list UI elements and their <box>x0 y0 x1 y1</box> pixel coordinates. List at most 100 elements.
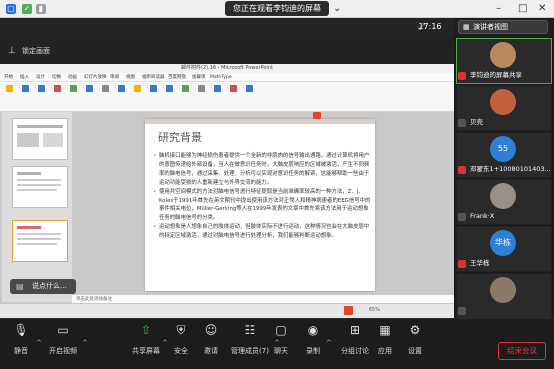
avatar <box>490 277 516 303</box>
slide-header-band <box>145 119 375 124</box>
ppt-ribbon-tabs: 开始 插入 设计 切换 动画 幻灯片放映 审阅 视图 福昕阅读器 百度网盘 加载项 MathType <box>0 73 454 82</box>
ribbon-tool-icon[interactable] <box>38 85 45 92</box>
ribbon-tool-icon[interactable] <box>102 85 109 92</box>
chevron-up-icon[interactable]: ^ <box>82 339 88 347</box>
ppt-tab[interactable]: 插入 <box>20 73 29 82</box>
meeting-header <box>0 18 454 36</box>
pin-icon: ⊥ <box>8 46 16 56</box>
participant-name: 李钧迪的屏幕共享 <box>470 71 522 79</box>
slide-thumbnail[interactable] <box>12 166 68 208</box>
ppt-tab[interactable]: MathType <box>210 73 232 82</box>
ribbon-tool-icon[interactable] <box>86 85 93 92</box>
meeting-clock: 17:16 <box>418 22 442 31</box>
record-icon: ◉ <box>307 323 319 337</box>
ppt-tab[interactable]: 福昕阅读器 <box>142 73 165 82</box>
slide-body: 脑机接口能够为神经损伤患者提供一个全新的非肌肉的信号输出通路，通过计算机将用户的… <box>152 152 372 241</box>
ribbon-tool-icon[interactable] <box>150 85 157 92</box>
slide-thumbnail-selected[interactable] <box>12 220 68 262</box>
ribbon-tool-icon[interactable] <box>54 85 61 92</box>
chat-overlay-label: 说点什么... <box>32 282 67 290</box>
speaker-notes[interactable]: 单击此处添加备注 <box>72 294 454 303</box>
chevron-up-icon[interactable]: ^ <box>326 339 332 347</box>
slide-bullet: 使用共空间模式的方法对脑电信号进行特征提取是当前准确率较高的一种方法，Z．J．K… <box>152 188 372 224</box>
signal-icon[interactable]: ▮ <box>36 4 46 14</box>
ribbon-tool-icon[interactable] <box>182 85 189 92</box>
participant-name: 王华栋 <box>470 259 490 267</box>
share-icon: ⇧ <box>140 323 152 337</box>
maximize-icon[interactable]: □ <box>518 2 527 16</box>
participant-name: Frank·X <box>470 212 495 220</box>
ppt-tab[interactable]: 百度网盘 <box>168 73 186 82</box>
chat-icon: ▢ <box>275 323 287 337</box>
ppt-tab[interactable]: 幻灯片放映 <box>84 73 107 82</box>
shield-icon[interactable]: ✓ <box>22 4 32 14</box>
ribbon-tool-icon[interactable] <box>214 85 221 92</box>
ribbon-tool-icon[interactable] <box>6 85 13 92</box>
close-icon[interactable]: ✕ <box>538 2 546 16</box>
settings-button[interactable]: ⚙ 设置 <box>396 322 434 364</box>
slide-bullet: 脑机接口能够为神经损伤患者提供一个全新的非肌肉的信号输出通路，通过计算机将用户的… <box>152 152 372 188</box>
sharing-banner: 您正在观看李钧迪的屏幕 <box>225 1 329 16</box>
apps-icon: ▦ <box>379 323 391 337</box>
ppt-tab[interactable]: 审阅 <box>110 73 119 82</box>
avatar <box>490 89 516 115</box>
lock-screen-label: 锁定画面 <box>22 47 50 55</box>
ribbon-tool-icon[interactable] <box>198 85 205 92</box>
ime-icon <box>344 306 353 315</box>
camera-icon: ▭ <box>57 323 69 337</box>
slide-bullet: 运动想象是人想象自己的肢体运动，但肢体实际不进行运动，这种情况也会在大脑皮层中的… <box>152 223 372 241</box>
grid-icon: ▦ <box>463 23 470 31</box>
ribbon-tool-icon[interactable] <box>70 85 77 92</box>
microphone-icon <box>458 213 466 221</box>
ppt-tab[interactable]: 开始 <box>4 73 13 82</box>
speaker-view-label: 演讲者视图 <box>473 23 508 31</box>
avatar <box>490 42 516 68</box>
end-meeting-button[interactable]: 结束会议 <box>498 342 546 360</box>
shared-screen-toolbar <box>0 36 454 64</box>
ribbon-tool-icon[interactable] <box>230 85 237 92</box>
annotation-marker-icon <box>313 112 321 119</box>
ribbon-tool-icon[interactable] <box>166 85 173 92</box>
avatar <box>490 183 516 209</box>
zoom-logo-icon: ▢ <box>6 4 16 14</box>
ppt-tab[interactable]: 设计 <box>36 73 45 82</box>
chevron-down-icon[interactable]: ⌄ <box>333 2 341 16</box>
slide-title: 研究背景 <box>158 131 202 144</box>
start-video-button[interactable]: ▭ 开启视频 <box>40 322 86 364</box>
chat-overlay[interactable]: ▤ 说点什么... <box>10 279 76 294</box>
microphone-icon <box>458 307 466 315</box>
ribbon-tool-icon[interactable] <box>134 85 141 92</box>
microphone-icon <box>458 119 466 127</box>
ppt-ribbon <box>0 82 454 112</box>
participant-name: 贝壳 <box>470 118 483 126</box>
ribbon-tool-icon[interactable] <box>22 85 29 92</box>
ppt-tab[interactable]: 加载项 <box>192 73 206 82</box>
ribbon-tool-icon[interactable] <box>118 85 125 92</box>
mute-button[interactable]: 🎙 静音 <box>2 322 40 364</box>
breakout-icon: ⊞ <box>349 323 361 337</box>
minimize-icon[interactable]: – <box>496 2 501 16</box>
muted-mic-icon <box>458 260 466 268</box>
lock-screen-button[interactable]: ⊥ 锁定画面 <box>8 43 50 59</box>
comment-icon: ▤ <box>16 282 24 291</box>
muted-mic-icon <box>458 166 466 174</box>
microphone-icon: 🎙 <box>13 323 29 337</box>
users-icon: ☷ <box>244 323 256 337</box>
share-screen-button[interactable]: ⇧ 共享屏幕 <box>126 322 166 364</box>
ppt-status-bar: 65% <box>0 303 454 318</box>
ppt-tab[interactable]: 动画 <box>68 73 77 82</box>
gear-icon: ⚙ <box>409 323 421 337</box>
participant-name: 邓翟东1+10080101403... <box>470 165 551 173</box>
slide-thumbnail[interactable] <box>12 118 68 160</box>
add-user-icon: ☺ <box>204 323 218 337</box>
avatar: 华栋 <box>490 230 516 256</box>
avatar: 55 <box>490 136 516 162</box>
shield-icon: ⛨ <box>176 323 186 337</box>
speaker-view-button[interactable]: ▦ 演讲者视图 <box>458 20 548 34</box>
ribbon-tool-icon[interactable] <box>246 85 253 92</box>
ppt-tab[interactable]: 视图 <box>126 73 135 82</box>
ppt-tab[interactable]: 切换 <box>52 73 61 82</box>
ppt-title-bar: 邮件附件(2).16 - Microsoft PowerPoint <box>0 64 454 73</box>
zoom-level: 65% <box>368 307 380 313</box>
muted-mic-icon <box>458 72 466 80</box>
